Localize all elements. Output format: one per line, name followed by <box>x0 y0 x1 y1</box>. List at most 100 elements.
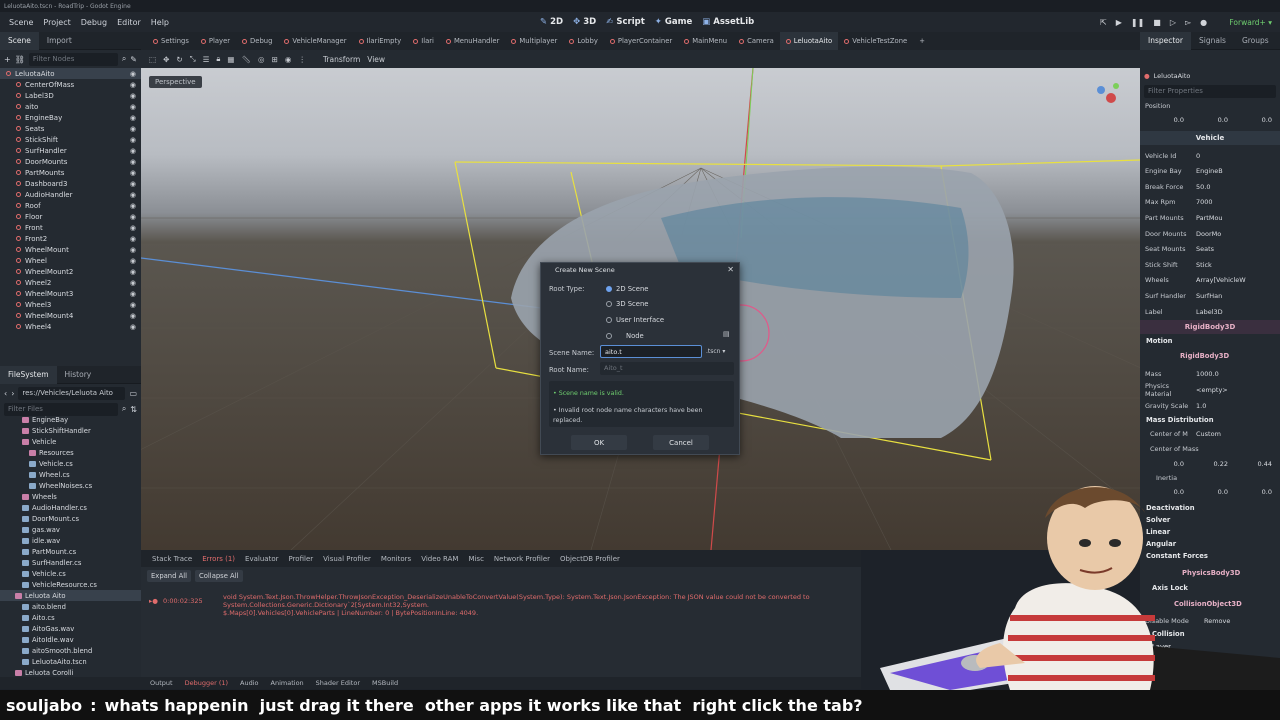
scene-tab[interactable]: Camera <box>733 32 780 50</box>
filesystem-item[interactable]: SurfHandler.cs <box>0 557 141 568</box>
inspector-property[interactable]: Max Rpm 7000 <box>1140 195 1280 210</box>
rigidbody3d-section[interactable]: RigidBody3D <box>1140 320 1280 334</box>
eye-icon[interactable]: ◉ <box>130 169 136 177</box>
eye-icon[interactable]: ◉ <box>130 202 136 210</box>
filesystem-item[interactable]: DoorMount.cs <box>0 513 141 524</box>
remote-debug-icon[interactable]: ⇱ <box>1100 18 1107 27</box>
fs-path-input[interactable]: res://Vehicles/Leluota Aito <box>18 386 126 400</box>
eye-icon[interactable]: ◉ <box>130 158 136 166</box>
scene-tree-item[interactable]: Front ◉ <box>0 222 141 233</box>
play-custom-icon[interactable]: ▻ <box>1185 18 1191 27</box>
scene-tab[interactable]: Lobby <box>563 32 603 50</box>
main-screen-script[interactable]: ✍ Script <box>606 17 645 27</box>
pick-node-icon[interactable]: ▤ <box>723 330 730 338</box>
forward-icon[interactable]: › <box>11 389 14 398</box>
sort-icon[interactable]: ⇅ <box>130 405 137 414</box>
inspector-property[interactable]: Door Mounts DoorMo <box>1140 226 1280 241</box>
debugger-tab[interactable]: Monitors <box>376 555 416 563</box>
main-screen-assetlib[interactable]: ▣ AssetLib <box>702 17 754 27</box>
scene-tree-item[interactable]: Roof ◉ <box>0 200 141 211</box>
physics-material-row[interactable]: Physics Material <empty> <box>1140 382 1280 398</box>
scene-tree-item[interactable]: CenterOfMass ◉ <box>0 79 141 90</box>
scene-tree-item[interactable]: DoorMounts ◉ <box>0 156 141 167</box>
scene-tree-item[interactable]: Wheel3 ◉ <box>0 299 141 310</box>
stop-icon[interactable]: ■ <box>1153 18 1161 27</box>
scene-tree-item[interactable]: Label3D ◉ <box>0 90 141 101</box>
scene-tab[interactable]: VehicleTestZone <box>838 32 913 50</box>
scene-tree-item[interactable]: AudioHandler ◉ <box>0 189 141 200</box>
select-tool-icon[interactable]: ⬚ <box>149 55 156 64</box>
tab-history[interactable]: History <box>57 366 100 384</box>
collapse-all-button[interactable]: Collapse All <box>195 570 243 582</box>
mass-distribution-group[interactable]: Mass Distribution <box>1146 416 1214 424</box>
filesystem-item[interactable]: aito.blend <box>0 601 141 612</box>
debugger-tab[interactable]: ObjectDB Profiler <box>555 555 625 563</box>
tab-signals[interactable]: Signals <box>1191 32 1234 50</box>
filesystem-item[interactable]: Vehicle.cs <box>0 458 141 469</box>
filesystem-item[interactable]: StickShiftHandler <box>0 425 141 436</box>
scene-tree-item[interactable]: Wheel2 ◉ <box>0 277 141 288</box>
eye-icon[interactable]: ◉ <box>130 114 136 122</box>
bottom-tab[interactable]: Audio <box>240 679 258 687</box>
add-tab-icon[interactable]: + <box>913 32 931 50</box>
inspected-node[interactable]: ● LeluotaAito <box>1140 68 1280 83</box>
play-icon[interactable]: ▶ <box>1116 18 1122 27</box>
tab-filesystem[interactable]: FileSystem <box>0 365 57 384</box>
filesystem-item[interactable]: PartMount.cs <box>0 546 141 557</box>
split-icon[interactable]: ▭ <box>129 389 137 398</box>
transform-menu[interactable]: Transform <box>323 55 360 64</box>
rotate-tool-icon[interactable]: ↻ <box>176 55 182 64</box>
scene-tree-item[interactable]: WheelMount2 ◉ <box>0 266 141 277</box>
filesystem-item[interactable]: EngineBay <box>0 414 141 425</box>
eye-icon[interactable]: ◉ <box>130 279 136 287</box>
filesystem-item[interactable]: Aito.cs <box>0 612 141 623</box>
list-select-icon[interactable]: ☰ <box>203 55 210 64</box>
eye-icon[interactable]: ◉ <box>130 136 136 144</box>
inspector-property[interactable]: Label Label3D <box>1140 304 1280 319</box>
scene-tab[interactable]: MenuHandler <box>440 32 505 50</box>
cancel-button[interactable]: Cancel <box>653 435 709 450</box>
debugger-tab[interactable]: Evaluator <box>240 555 283 563</box>
filesystem-item[interactable]: Leluota Aito <box>0 590 141 601</box>
debugger-tab[interactable]: Misc <box>463 555 488 563</box>
local-space-icon[interactable]: ◎ <box>258 55 265 64</box>
root-name-input[interactable]: Aito_t <box>600 362 734 375</box>
more-icon[interactable]: ⋮ <box>298 55 306 64</box>
filesystem-item[interactable]: WheelNoises.cs <box>0 480 141 491</box>
filesystem-item[interactable]: LeluotaAito.tscn <box>0 656 141 667</box>
bottom-tab[interactable]: MSBuild <box>372 679 398 687</box>
eye-icon[interactable]: ◉ <box>130 191 136 199</box>
ruler-icon[interactable]: 📏︎ <box>242 55 252 64</box>
bottom-tab[interactable]: Output <box>150 679 173 687</box>
scene-filter-input[interactable]: Filter Nodes <box>28 52 118 66</box>
renderer-selector[interactable]: Forward+ ▾ <box>1229 12 1272 32</box>
perspective-button[interactable]: Perspective <box>149 76 202 88</box>
bottom-tab[interactable]: Shader Editor <box>316 679 360 687</box>
eye-icon[interactable]: ◉ <box>130 70 136 78</box>
movie-icon[interactable]: ● <box>1200 18 1207 27</box>
debugger-tab[interactable]: Profiler <box>283 555 318 563</box>
script-icon[interactable]: ✎ <box>130 55 137 64</box>
scene-tab[interactable]: Debug <box>236 32 278 50</box>
scene-tab[interactable]: IlariEmpty <box>353 32 408 50</box>
inspector-property[interactable]: Vehicle Id 0 <box>1140 148 1280 163</box>
scene-tab[interactable]: Ilari <box>407 32 440 50</box>
scene-tree-item[interactable]: WheelMount3 ◉ <box>0 288 141 299</box>
menu-project[interactable]: Project <box>38 18 75 27</box>
filesystem-item[interactable]: Wheel.cs <box>0 469 141 480</box>
filesystem-item[interactable]: gas.wav <box>0 524 141 535</box>
inspector-property[interactable]: Break Force 50.0 <box>1140 179 1280 194</box>
eye-icon[interactable]: ◉ <box>130 180 136 188</box>
filesystem-item[interactable]: Resources <box>0 447 141 458</box>
filesystem-item[interactable]: AitoGas.wav <box>0 623 141 634</box>
scene-tree-item[interactable]: SurfHandler ◉ <box>0 145 141 156</box>
add-node-icon[interactable]: + <box>4 55 11 64</box>
move-tool-icon[interactable]: ✥ <box>163 55 169 64</box>
filesystem-item[interactable]: Vehicle <box>0 436 141 447</box>
debugger-tab[interactable]: Errors (1) <box>197 555 240 563</box>
inspector-property[interactable]: Engine Bay EngineB <box>1140 164 1280 179</box>
eye-icon[interactable]: ◉ <box>130 81 136 89</box>
scene-tree-item[interactable]: LeluotaAito ◉ <box>0 68 141 79</box>
pause-icon[interactable]: ❚❚ <box>1131 18 1144 27</box>
filesystem-item[interactable]: VehicleResource.cs <box>0 579 141 590</box>
